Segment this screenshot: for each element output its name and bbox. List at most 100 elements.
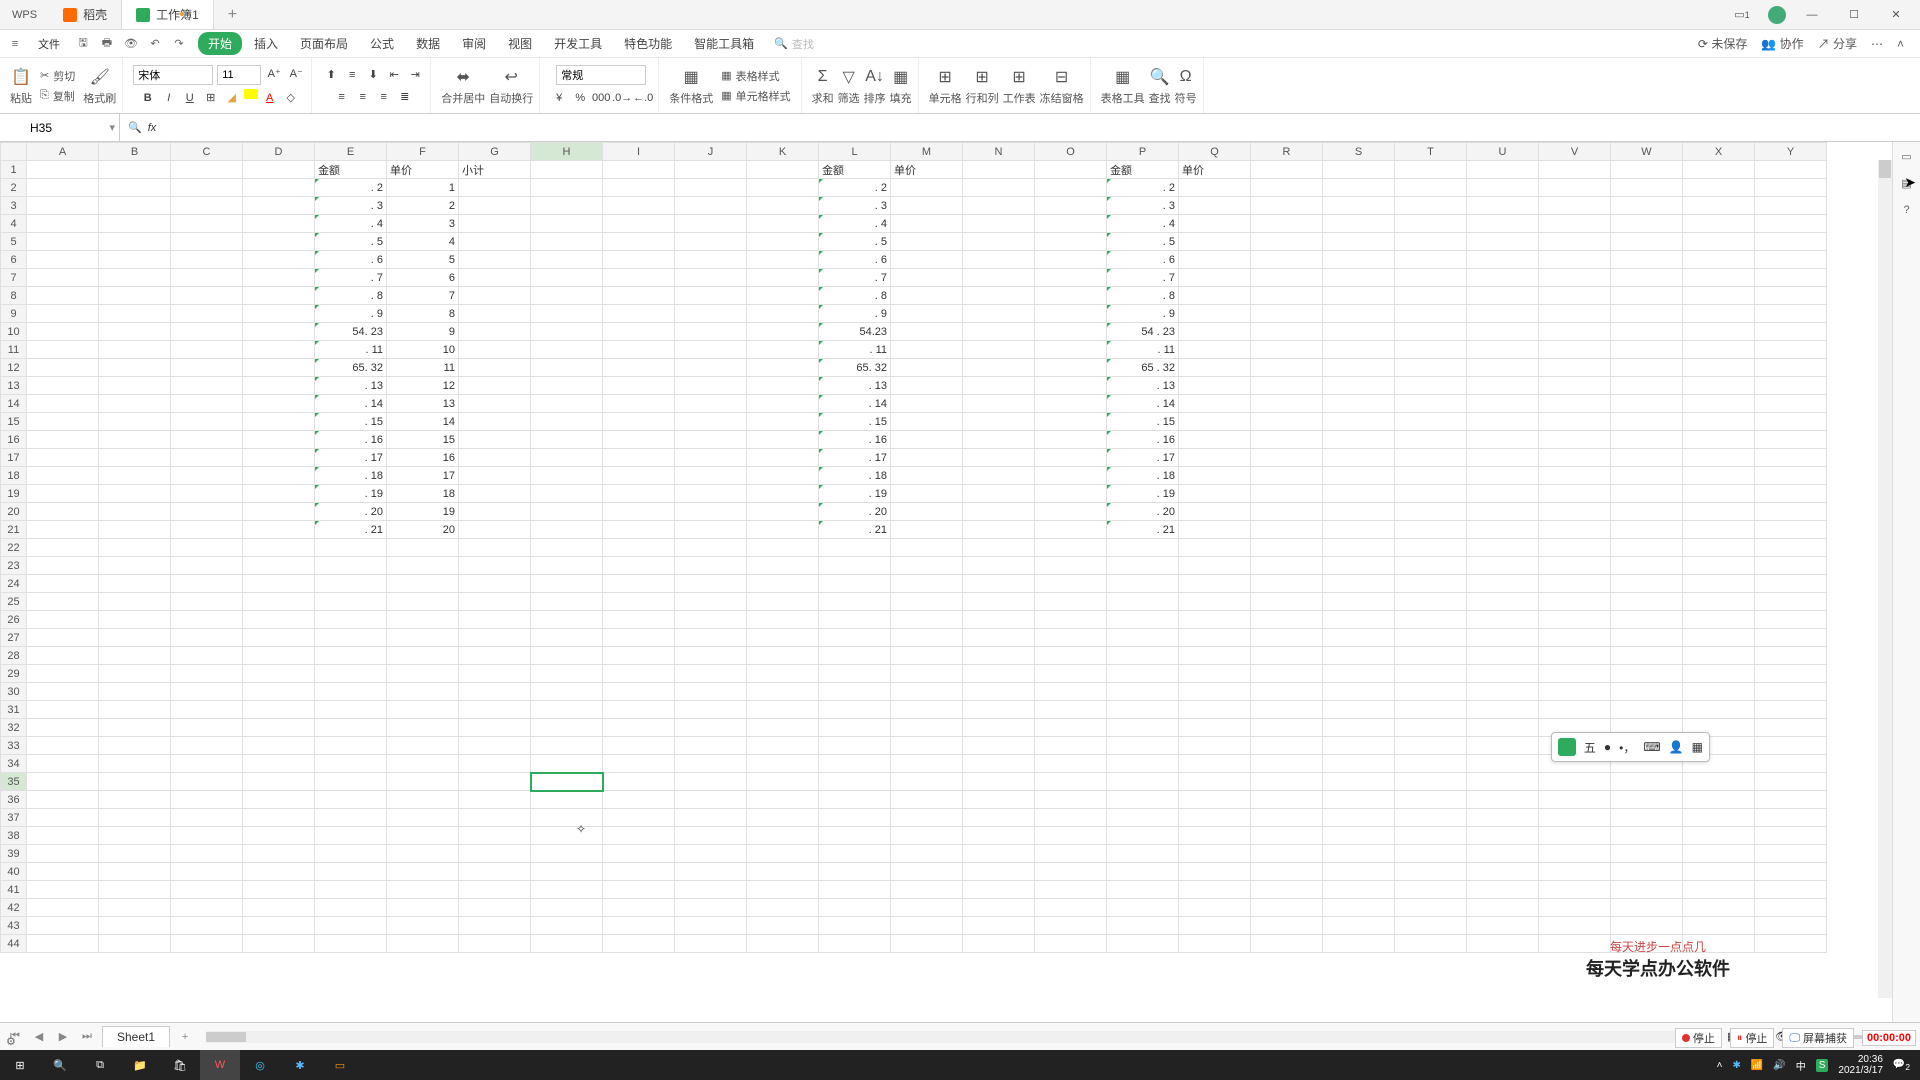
cell[interactable]: 19 [387, 503, 459, 521]
cell[interactable] [1035, 773, 1107, 791]
cell[interactable] [1035, 863, 1107, 881]
cell[interactable] [1539, 647, 1611, 665]
cell[interactable] [603, 377, 675, 395]
cell[interactable] [27, 539, 99, 557]
cell[interactable] [531, 719, 603, 737]
cell[interactable] [531, 431, 603, 449]
row-header[interactable]: 41 [1, 881, 27, 899]
cell[interactable] [99, 179, 171, 197]
cell[interactable] [99, 377, 171, 395]
cell[interactable] [1395, 863, 1467, 881]
cell[interactable]: . 20 [819, 503, 891, 521]
cell[interactable]: . 2 [819, 179, 891, 197]
cell[interactable] [1323, 197, 1395, 215]
cell[interactable] [27, 845, 99, 863]
cell[interactable] [1323, 269, 1395, 287]
edge-icon[interactable]: ◎ [240, 1050, 280, 1080]
cell[interactable] [27, 413, 99, 431]
cell[interactable] [1467, 161, 1539, 179]
cell[interactable] [243, 575, 315, 593]
cell[interactable] [27, 395, 99, 413]
cell[interactable] [27, 485, 99, 503]
cell[interactable] [1611, 701, 1683, 719]
cell[interactable] [459, 935, 531, 953]
cell[interactable] [819, 539, 891, 557]
row-header[interactable]: 9 [1, 305, 27, 323]
cell[interactable] [747, 647, 819, 665]
cell[interactable] [819, 593, 891, 611]
cell[interactable] [1107, 593, 1179, 611]
cell[interactable] [1755, 215, 1827, 233]
cell[interactable] [1683, 773, 1755, 791]
cell[interactable] [1035, 881, 1107, 899]
cell[interactable] [891, 845, 963, 863]
cell[interactable]: . 11 [1107, 341, 1179, 359]
cell[interactable] [1035, 287, 1107, 305]
cell[interactable] [747, 899, 819, 917]
cell[interactable] [531, 791, 603, 809]
collab-button[interactable]: 👥 协作 [1761, 35, 1803, 52]
cell[interactable] [819, 575, 891, 593]
cell[interactable]: 4 [387, 233, 459, 251]
cell[interactable] [99, 935, 171, 953]
cell[interactable] [819, 719, 891, 737]
cell[interactable] [1251, 845, 1323, 863]
cell[interactable] [1395, 917, 1467, 935]
cell[interactable] [891, 233, 963, 251]
col-header[interactable]: M [891, 143, 963, 161]
cell[interactable] [315, 665, 387, 683]
cell[interactable] [1179, 629, 1251, 647]
cell[interactable] [1251, 773, 1323, 791]
cell[interactable] [1107, 899, 1179, 917]
cell[interactable] [891, 359, 963, 377]
col-header[interactable]: N [963, 143, 1035, 161]
cell[interactable] [531, 809, 603, 827]
find-button[interactable]: 🔍查找 [1149, 66, 1171, 106]
table-tools-button[interactable]: ▦表格工具 [1101, 66, 1145, 106]
cell[interactable] [1611, 449, 1683, 467]
cell[interactable] [1395, 215, 1467, 233]
cell[interactable] [1251, 899, 1323, 917]
cell[interactable] [603, 827, 675, 845]
name-box-input[interactable] [6, 121, 76, 135]
cell[interactable] [747, 395, 819, 413]
cell[interactable] [387, 845, 459, 863]
vertical-scrollbar[interactable] [1878, 160, 1892, 998]
cell[interactable] [675, 863, 747, 881]
comma-icon[interactable]: 000 [592, 89, 610, 107]
cell[interactable] [603, 647, 675, 665]
cell[interactable] [603, 359, 675, 377]
cell[interactable] [27, 377, 99, 395]
cell[interactable] [747, 413, 819, 431]
cell[interactable] [459, 557, 531, 575]
cell[interactable] [747, 485, 819, 503]
cell[interactable] [1323, 629, 1395, 647]
cell[interactable] [675, 791, 747, 809]
cell[interactable] [99, 395, 171, 413]
cell[interactable] [675, 521, 747, 539]
cell[interactable] [819, 755, 891, 773]
tray-ime-label[interactable]: 中 [1796, 1058, 1806, 1073]
cell[interactable] [171, 809, 243, 827]
cell[interactable] [603, 809, 675, 827]
cell[interactable] [1395, 737, 1467, 755]
cell[interactable] [891, 323, 963, 341]
cell[interactable] [819, 899, 891, 917]
cell[interactable] [243, 413, 315, 431]
cell[interactable] [1323, 359, 1395, 377]
cell[interactable] [243, 809, 315, 827]
cell[interactable] [1467, 845, 1539, 863]
cell[interactable] [1251, 917, 1323, 935]
cell[interactable] [243, 593, 315, 611]
cell[interactable] [675, 323, 747, 341]
cell[interactable] [1323, 377, 1395, 395]
cell[interactable] [459, 413, 531, 431]
cell[interactable] [1683, 323, 1755, 341]
cell[interactable]: . 19 [819, 485, 891, 503]
save-icon[interactable]: 🖫 [74, 35, 92, 53]
new-tab-button[interactable]: + [214, 6, 251, 24]
cell[interactable] [99, 323, 171, 341]
cell[interactable] [459, 521, 531, 539]
cell[interactable] [675, 719, 747, 737]
cell[interactable] [1611, 287, 1683, 305]
